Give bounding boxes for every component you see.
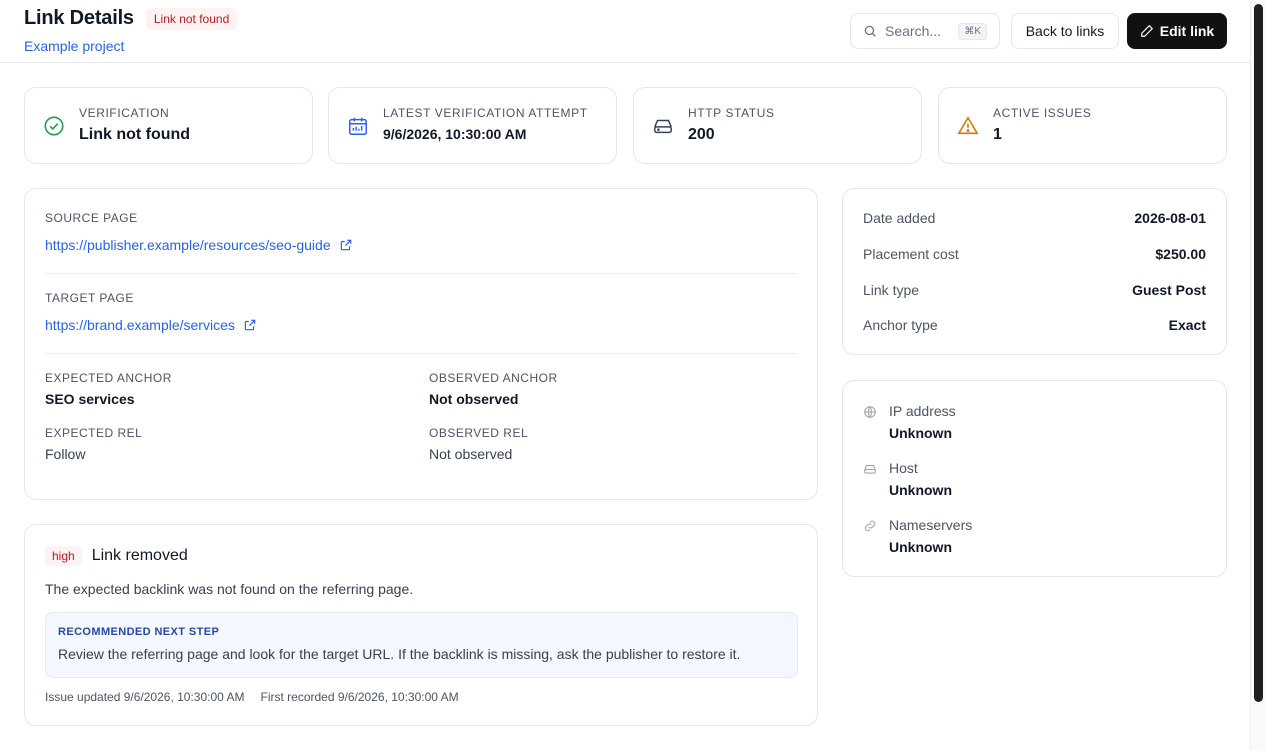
stat-label: ACTIVE ISSUES bbox=[993, 106, 1092, 120]
stat-value: 1 bbox=[993, 126, 1002, 143]
target-page-url: https://brand.example/services bbox=[45, 317, 235, 333]
hard-drive-icon bbox=[654, 119, 672, 134]
stat-card-http-status: HTTP STATUS 200 bbox=[633, 87, 922, 164]
calendar-icon bbox=[349, 117, 367, 135]
search-placeholder: Search... bbox=[885, 23, 942, 39]
stat-label: LATEST VERIFICATION ATTEMPT bbox=[383, 106, 588, 120]
stat-label: VERIFICATION bbox=[79, 106, 170, 120]
source-page-url: https://publisher.example/resources/seo-… bbox=[45, 237, 331, 253]
title-row: Link Details Link not found bbox=[24, 7, 238, 30]
observed-anchor-value: Not observed bbox=[429, 391, 519, 407]
issue-panel: high Link removed The expected backlink … bbox=[24, 524, 818, 726]
meta-value: 2026-08-01 bbox=[1134, 210, 1206, 226]
host-value: Unknown bbox=[889, 425, 952, 441]
issue-meta: Issue updated 9/6/2026, 10:30:00 AM Firs… bbox=[45, 690, 459, 704]
stat-card-verification: VERIFICATION Link not found bbox=[24, 87, 313, 164]
external-link-icon bbox=[340, 239, 351, 251]
stat-value: 9/6/2026, 10:30:00 AM bbox=[383, 126, 527, 142]
edit-link-label: Edit link bbox=[1159, 23, 1215, 39]
search-box[interactable]: Search... ⌘K bbox=[850, 13, 1000, 49]
expected-anchor-label: EXPECTED ANCHOR bbox=[45, 371, 172, 385]
check-circle-icon bbox=[44, 116, 64, 136]
meta-key: Date added bbox=[863, 210, 936, 226]
page-header: Link Details Link not found Example proj… bbox=[0, 0, 1250, 63]
stat-card-active-issues: ACTIVE ISSUES 1 bbox=[938, 87, 1227, 164]
issue-first-recorded: First recorded 9/6/2026, 10:30:00 AM bbox=[260, 690, 459, 704]
meta-value: $250.00 bbox=[1155, 246, 1206, 262]
meta-key: Placement cost bbox=[863, 246, 959, 262]
target-page-link[interactable]: https://brand.example/services bbox=[45, 317, 257, 333]
hosting-panel: IP address Unknown Host Unknown Nameserv… bbox=[842, 380, 1227, 577]
host-row-host: Host Unknown bbox=[863, 460, 952, 498]
external-link-icon bbox=[244, 319, 256, 331]
globe-icon bbox=[864, 406, 876, 418]
meta-value: Guest Post bbox=[1132, 282, 1206, 298]
warning-triangle-icon bbox=[957, 116, 979, 135]
status-badge: Link not found bbox=[145, 7, 238, 30]
meta-value: Exact bbox=[1168, 317, 1206, 333]
search-icon bbox=[864, 25, 876, 37]
scrollbar[interactable] bbox=[1250, 0, 1265, 751]
host-label: IP address bbox=[889, 403, 956, 419]
host-value: Unknown bbox=[889, 539, 952, 555]
observed-rel-value: Not observed bbox=[429, 446, 513, 462]
target-page-label: TARGET PAGE bbox=[45, 291, 134, 305]
source-page-label: SOURCE PAGE bbox=[45, 211, 138, 225]
source-page-link[interactable]: https://publisher.example/resources/seo-… bbox=[45, 237, 353, 253]
server-icon bbox=[864, 464, 876, 474]
meta-row-placement-cost: Placement cost $250.00 bbox=[863, 246, 1206, 262]
expected-rel-label: EXPECTED REL bbox=[45, 426, 143, 440]
divider bbox=[45, 273, 797, 274]
meta-row-link-type: Link type Guest Post bbox=[863, 282, 1206, 298]
observed-rel-label: OBSERVED REL bbox=[429, 426, 529, 440]
observed-anchor-label: OBSERVED ANCHOR bbox=[429, 371, 558, 385]
severity-badge: high bbox=[45, 546, 82, 566]
recommendation-text: Review the referring page and look for t… bbox=[58, 646, 741, 662]
stat-label: HTTP STATUS bbox=[688, 106, 775, 120]
issue-title: Link removed bbox=[91, 547, 188, 564]
divider bbox=[45, 353, 797, 354]
link-details-panel: SOURCE PAGE https://publisher.example/re… bbox=[24, 188, 818, 500]
stat-value: Link not found bbox=[79, 126, 191, 143]
expected-rel-value: Follow bbox=[45, 446, 86, 462]
host-row-ip-address: IP address Unknown bbox=[863, 403, 956, 441]
back-to-links-label: Back to links bbox=[1025, 23, 1105, 39]
link-meta-panel: Date added 2026-08-01 Placement cost $25… bbox=[842, 188, 1227, 355]
back-to-links-button[interactable]: Back to links bbox=[1011, 13, 1119, 49]
issue-updated: Issue updated 9/6/2026, 10:30:00 AM bbox=[45, 690, 245, 704]
meta-row-anchor-type: Anchor type Exact bbox=[863, 317, 1206, 333]
project-link[interactable]: Example project bbox=[24, 38, 124, 54]
recommendation-box: RECOMMENDED NEXT STEP Review the referri… bbox=[45, 612, 798, 678]
expected-anchor-value: SEO services bbox=[45, 391, 135, 407]
page-title: Link Details bbox=[24, 7, 134, 29]
issue-header: high Link removed bbox=[45, 546, 188, 566]
scrollbar-thumb[interactable] bbox=[1254, 4, 1263, 702]
host-label: Host bbox=[889, 460, 918, 476]
host-label: Nameservers bbox=[889, 517, 973, 533]
stat-value: 200 bbox=[688, 126, 715, 143]
meta-key: Link type bbox=[863, 282, 920, 298]
recommendation-label: RECOMMENDED NEXT STEP bbox=[58, 626, 220, 638]
edit-link-button[interactable]: Edit link bbox=[1127, 13, 1227, 49]
search-shortcut: ⌘K bbox=[958, 22, 987, 40]
host-value: Unknown bbox=[889, 482, 952, 498]
issue-description: The expected backlink was not found on t… bbox=[45, 581, 414, 597]
meta-row-date-added: Date added 2026-08-01 bbox=[863, 210, 1206, 226]
pencil-icon bbox=[1140, 24, 1153, 37]
link-icon bbox=[864, 520, 876, 532]
host-row-nameservers: Nameservers Unknown bbox=[863, 517, 972, 555]
meta-key: Anchor type bbox=[863, 317, 938, 333]
stat-card-latest-verification: LATEST VERIFICATION ATTEMPT 9/6/2026, 10… bbox=[328, 87, 617, 164]
